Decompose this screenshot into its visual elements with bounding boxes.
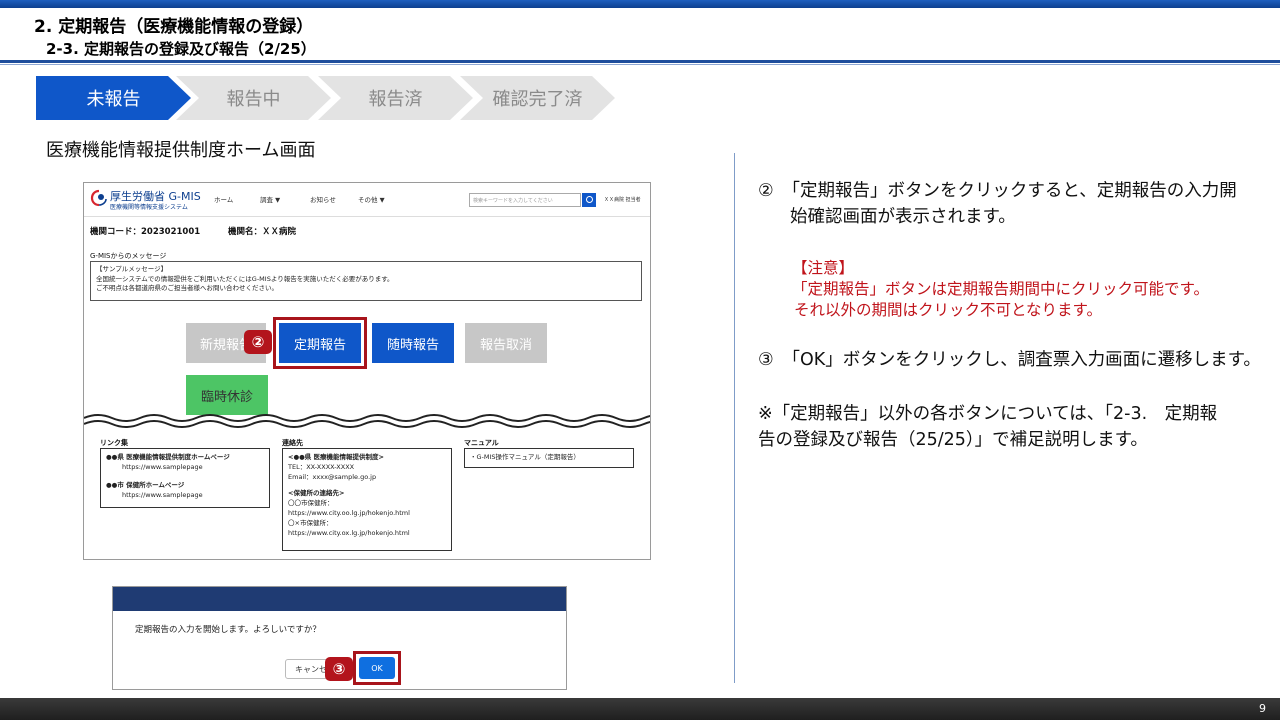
home-screen-mock: 厚生労働省 G-MIS 医療機関等情報支援システム ホーム 調査 ▼ お知らせ … [83,182,651,560]
page-title: 2. 定期報告（医療機能情報の登録） [34,17,314,37]
column-divider [734,153,735,683]
page-subtitle: 2-3. 定期報告の登録及び報告（2/25） [46,40,316,58]
cut-wave-divider [84,414,650,428]
nav-other[interactable]: その他 ▼ [358,194,385,204]
step-unreported: 未報告 [36,76,191,120]
caution-line2: それ以外の期間はクリック不可となります。 [794,301,1102,319]
page-number: 9 [1259,702,1266,715]
caution-note: 【注意】 「定期報告」ボタンは定期報告期間中にクリック可能です。 それ以外の期間… [792,258,1262,321]
dialog-header-bar [113,587,566,611]
caution-title: 【注意】 [792,259,855,277]
manual-title: マニュアル [464,439,499,447]
supplement-line2: 告の登録及び報告（25/25）」で補足説明します。 [758,430,1148,450]
confirm-dialog-mock: 定期報告の入力を開始します。よろしいですか？ キャンセル ③ OK [112,586,567,690]
contact-title: 連絡先 [282,439,303,447]
explanation-step2-line2: 始確認画面が表示されます。 [790,207,1016,227]
link-city-name[interactable]: ●●市 保健所ホームページ [106,481,184,489]
mock-user-label[interactable]: ＸＸ病院 担当者 [604,196,641,203]
link-prefecture-name[interactable]: ●●県 医療機能情報提供制度ホームページ [106,453,230,461]
contact-line: <●●県 医療機能情報提供制度> [288,453,384,461]
search-icon[interactable] [582,193,596,207]
footer-bar: 9 [0,698,1280,720]
mock-brand-sub: 医療機関等情報支援システム [110,204,188,211]
periodic-report-button[interactable]: 定期報告 [279,323,361,363]
status-steps: 未報告 報告中 報告済 確認完了済 [36,76,616,120]
dialog-message: 定期報告の入力を開始します。よろしいですか？ [135,625,321,635]
contact-line[interactable]: https://www.city.ox.lg.jp/hokenjo.html [288,528,446,538]
message-line: 全国統一システムでの情報提供をご利用いただくにはG-MISより報告を実施いただく… [96,274,394,283]
explanation-step2: ② 「定期報告」ボタンをクリックすると、定期報告の入力開 始確認画面が表示されま… [758,178,1268,230]
supplement-note: ※「定期報告」以外の各ボタンについては、「2-3. 定期報 告の登録及び報告（2… [758,401,1268,453]
ministry-logo-icon [90,189,107,207]
message-label: G-MISからのメッセージ [90,252,167,260]
message-line: ご不明点は各都道府県のご担当者様へお問い合わせください。 [96,284,278,292]
manual-box: ・G-MIS操作マニュアル（定期報告） [464,448,634,468]
header-divider-thin [0,64,1280,65]
contact-line: Email：xxxx@sample.go.jp [288,473,377,481]
screen-caption: 医療機能情報提供制度ホーム画面 [46,140,316,161]
institution-name: 機関名：ＸＸ病院 [228,227,297,237]
step3-badge: ③ [325,657,353,681]
contact-box: <●●県 医療機能情報提供制度> TEL：XX-XXXX-XXXX Email：… [282,448,452,551]
link-city-url[interactable]: https://www.samplepage [106,490,264,500]
step-reported: 報告済 [318,76,473,120]
step2-badge: ② [244,330,272,354]
mock-navbar: 厚生労働省 G-MIS 医療機関等情報支援システム ホーム 調査 ▼ お知らせ … [84,183,650,217]
adhoc-report-button[interactable]: 随時報告 [372,323,454,363]
mock-search-input[interactable]: 検索キーワードを入力してください [469,193,581,207]
temporary-closure-button[interactable]: 臨時休診 [186,375,268,415]
link-prefecture-url[interactable]: https://www.samplepage [106,462,264,472]
top-accent-bar [0,0,1280,8]
cancel-report-button[interactable]: 報告取消 [465,323,547,363]
message-line: 【サンプルメッセージ】 [96,265,168,273]
contact-line[interactable]: https://www.city.oo.lg.jp/hokenjo.html [288,508,446,518]
explanation-step3: ③ 「OK」ボタンをクリックし、調査票入力画面に遷移します。 [758,350,1261,370]
links-title: リンク集 [100,439,128,447]
link-prefecture[interactable]: ●●県 医療機能情報提供制度ホームページ [106,452,264,462]
contact-line: <保健所の連絡先> [288,489,345,497]
header-divider [0,60,1280,63]
manual-link[interactable]: ・G-MIS操作マニュアル（定期報告） [470,452,628,462]
nav-survey[interactable]: 調査 ▼ [260,194,280,204]
contact-line: 〇〇市保健所： [288,499,334,507]
supplement-line1: ※「定期報告」以外の各ボタンについては、「2-3. 定期報 [758,404,1218,424]
nav-news[interactable]: お知らせ [310,194,336,204]
link-city[interactable]: ●●市 保健所ホームページ [106,480,264,490]
step-confirmed: 確認完了済 [460,76,615,120]
institution-code: 機関コード：2023021001 [90,227,201,237]
message-box: 【サンプルメッセージ】 全国統一システムでの情報提供をご利用いただくにはG-MI… [90,261,642,301]
contact-line: 〇×市保健所： [288,519,333,527]
links-box: ●●県 医療機能情報提供制度ホームページ https://www.samplep… [100,448,270,508]
caution-line1: 「定期報告」ボタンは定期報告期間中にクリック可能です。 [792,280,1209,298]
step-reporting: 報告中 [176,76,331,120]
nav-home[interactable]: ホーム [214,194,233,204]
dialog-ok-button[interactable]: OK [359,657,395,679]
explanation-step2-line1: ② 「定期報告」ボタンをクリックすると、定期報告の入力開 [758,181,1237,201]
contact-line: TEL：XX-XXXX-XXXX [288,463,355,471]
